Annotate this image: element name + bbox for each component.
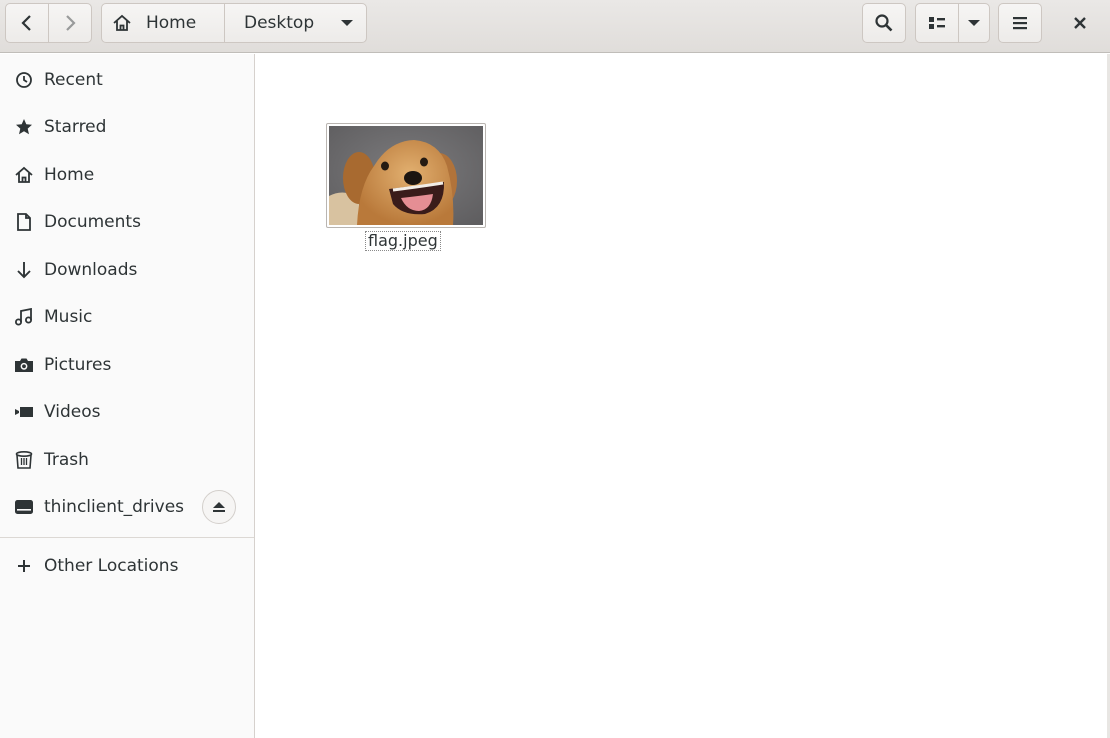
eject-icon (213, 502, 225, 512)
file-thumbnail (326, 123, 486, 228)
home-icon (113, 14, 131, 31)
search-icon (875, 14, 893, 32)
eject-button[interactable] (202, 490, 236, 524)
sidebar-divider (0, 537, 254, 538)
sidebar-item-music[interactable]: Music (0, 295, 254, 339)
view-toggle-button[interactable] (915, 3, 959, 43)
sidebar-item-label: Other Locations (44, 556, 179, 576)
forward-button[interactable] (48, 3, 92, 43)
sidebar-item-label: Music (44, 307, 93, 327)
sidebar-item-label: thinclient_drives (44, 497, 185, 517)
sidebar-item-documents[interactable]: Documents (0, 200, 254, 244)
sidebar-item-label: Documents (44, 212, 141, 232)
file-view[interactable]: flag.jpeg (256, 54, 1110, 738)
home-icon (14, 165, 34, 185)
sidebar-item-pictures[interactable]: Pictures (0, 343, 254, 387)
caret-down-icon (968, 20, 980, 26)
close-window-button[interactable] (1058, 3, 1102, 43)
sidebar-item-downloads[interactable]: Downloads (0, 248, 254, 292)
breadcrumb-home[interactable]: Home (101, 3, 225, 43)
music-icon (14, 307, 34, 327)
file-item[interactable]: flag.jpeg (326, 123, 486, 253)
search-button[interactable] (862, 3, 906, 43)
back-button[interactable] (5, 3, 49, 43)
sidebar-item-label: Recent (44, 70, 103, 90)
view-options-dropdown[interactable] (958, 3, 990, 43)
sidebar-item-label: Starred (44, 117, 107, 137)
list-view-icon (929, 17, 945, 29)
document-icon (14, 212, 34, 232)
breadcrumb-desktop[interactable]: Desktop (224, 3, 367, 43)
sidebar-item-thinclient-drives[interactable]: thinclient_drives (0, 485, 254, 529)
sidebar-item-recent[interactable]: Recent (0, 58, 254, 102)
plus-icon (14, 556, 34, 576)
sidebar-item-trash[interactable]: Trash (0, 438, 254, 482)
main-menu-button[interactable] (998, 3, 1042, 43)
caret-down-icon (341, 20, 353, 26)
sidebar-item-home[interactable]: Home (0, 153, 254, 197)
trash-icon (14, 450, 34, 470)
sidebar: Recent Starred Home Documents Downloads … (0, 54, 255, 738)
star-icon (14, 117, 34, 137)
chevron-right-icon (66, 15, 76, 31)
dog-photo-thumbnail (329, 126, 483, 225)
sidebar-item-label: Home (44, 165, 95, 185)
breadcrumb-desktop-label: Desktop (244, 13, 315, 33)
clock-icon (14, 70, 34, 90)
hamburger-menu-icon (1013, 17, 1027, 30)
drive-icon (14, 497, 34, 517)
download-icon (14, 260, 34, 280)
file-name-label[interactable]: flag.jpeg (365, 231, 441, 251)
header-bar: Home Desktop (0, 0, 1110, 53)
sidebar-item-label: Trash (44, 450, 89, 470)
sidebar-item-label: Downloads (44, 260, 138, 280)
chevron-left-icon (21, 15, 31, 31)
breadcrumb-home-label: Home (146, 13, 197, 33)
close-icon (1074, 17, 1086, 29)
video-icon (14, 402, 34, 422)
camera-icon (14, 355, 34, 375)
sidebar-item-label: Pictures (44, 355, 112, 375)
sidebar-item-other-locations[interactable]: Other Locations (0, 544, 254, 588)
sidebar-item-videos[interactable]: Videos (0, 390, 254, 434)
sidebar-item-label: Videos (44, 402, 101, 422)
sidebar-item-starred[interactable]: Starred (0, 105, 254, 149)
